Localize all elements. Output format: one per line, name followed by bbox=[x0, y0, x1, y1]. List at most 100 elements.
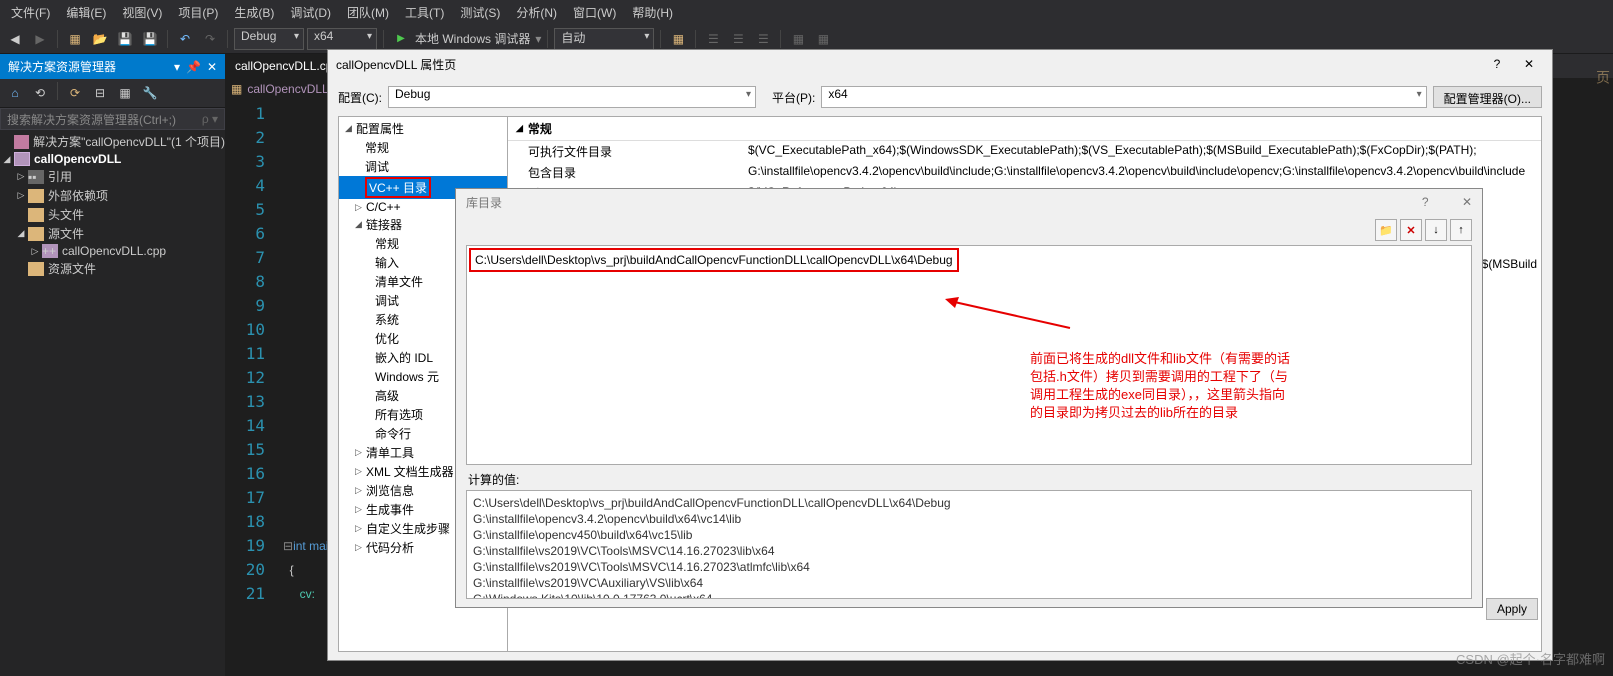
refresh-icon[interactable]: ⟳ bbox=[64, 82, 86, 104]
menu-edit[interactable]: 编辑(E) bbox=[59, 1, 113, 24]
config-manager-button[interactable]: 配置管理器(O)... bbox=[1433, 86, 1542, 108]
panel-dropdown-icon[interactable]: ▾ bbox=[174, 60, 180, 74]
search-input[interactable]: 搜索解决方案资源管理器(Ctrl+;) ρ ▾ bbox=[0, 108, 225, 130]
subdlg-toolbar: 📁 ✕ ↓ ↑ bbox=[456, 215, 1482, 245]
subdlg-help-button[interactable]: ? bbox=[1422, 195, 1429, 209]
platform-select-dlg[interactable]: x64 bbox=[821, 86, 1426, 108]
config-select[interactable]: Debug bbox=[234, 28, 304, 50]
menu-test[interactable]: 测试(S) bbox=[453, 1, 507, 24]
calc-row: G:\Windows Kits\10\lib\10.0.17763.0\ucrt… bbox=[473, 591, 1465, 599]
config-select-dlg[interactable]: Debug bbox=[388, 86, 756, 108]
redo-button[interactable]: ↷ bbox=[199, 28, 221, 50]
source-file-node[interactable]: ▷++callOpencvDLL.cpp bbox=[0, 243, 225, 259]
side-text: 页 bbox=[1593, 70, 1613, 84]
tb-misc6[interactable]: ▦ bbox=[812, 28, 834, 50]
apply-button[interactable]: Apply bbox=[1486, 598, 1538, 620]
dialog-top-row: 配置(C): Debug 平台(P): x64 配置管理器(O)... bbox=[328, 78, 1552, 116]
tb-misc5[interactable]: ▦ bbox=[787, 28, 809, 50]
panel-toolbar: ⌂ ⟲ ⟳ ⊟ ▦ 🔧 bbox=[0, 79, 225, 108]
tree-general[interactable]: 常规 bbox=[339, 138, 507, 157]
save-button[interactable]: 💾 bbox=[114, 28, 136, 50]
props-icon[interactable]: 🔧 bbox=[139, 82, 161, 104]
tb-misc4[interactable]: ☰ bbox=[752, 28, 774, 50]
calc-row: G:\installfile\vs2019\VC\Auxiliary\VS\li… bbox=[473, 575, 1465, 591]
line-gutter: 123456789101112131415161718192021 bbox=[225, 102, 275, 676]
dialog-help-button[interactable]: ? bbox=[1482, 53, 1512, 75]
config-label: 配置(C): bbox=[338, 89, 382, 106]
headers-node[interactable]: 头文件 bbox=[0, 205, 225, 224]
search-placeholder: 搜索解决方案资源管理器(Ctrl+;) bbox=[7, 111, 176, 128]
solution-node[interactable]: 解决方案"callOpencvDLL"(1 个项目) bbox=[0, 132, 225, 151]
solution-explorer: 解决方案资源管理器 ▾ 📌 ✕ ⌂ ⟲ ⟳ ⊟ ▦ 🔧 搜索解决方案资源管理器(… bbox=[0, 54, 225, 676]
panel-pin-icon[interactable]: 📌 bbox=[186, 60, 201, 74]
annotation-text: 前面已将生成的dll文件和lib文件（有需要的话包括.h文件）拷贝到需要调用的工… bbox=[1030, 350, 1290, 422]
menu-build[interactable]: 生成(B) bbox=[227, 1, 281, 24]
tb-misc1[interactable]: ▦ bbox=[667, 28, 689, 50]
menu-bar: 文件(F) 编辑(E) 视图(V) 项目(P) 生成(B) 调试(D) 团队(M… bbox=[0, 0, 1613, 24]
panel-title-bar: 解决方案资源管理器 ▾ 📌 ✕ bbox=[0, 54, 225, 79]
menu-analyze[interactable]: 分析(N) bbox=[509, 1, 564, 24]
folder-button[interactable]: 📁 bbox=[1375, 219, 1397, 241]
up-button[interactable]: ↑ bbox=[1450, 219, 1472, 241]
collapse-icon[interactable]: ⊟ bbox=[89, 82, 111, 104]
resources-node[interactable]: 资源文件 bbox=[0, 259, 225, 278]
calculated-label: 计算的值: bbox=[456, 465, 1482, 490]
menu-file[interactable]: 文件(F) bbox=[4, 1, 57, 24]
path-entry[interactable]: C:\Users\dell\Desktop\vs_prj\buildAndCal… bbox=[469, 248, 959, 272]
libdir-dialog: 库目录 ? ✕ 📁 ✕ ↓ ↑ C:\Users\dell\Desktop\vs… bbox=[455, 188, 1483, 608]
auto-select[interactable]: 自动 bbox=[554, 28, 654, 50]
path-editor[interactable]: C:\Users\dell\Desktop\vs_prj\buildAndCal… bbox=[466, 245, 1472, 465]
project-node[interactable]: ◢callOpencvDLL bbox=[0, 151, 225, 167]
run-label[interactable]: 本地 Windows 调试器 bbox=[415, 30, 530, 47]
solution-tree: 解决方案"callOpencvDLL"(1 个项目) ◢callOpencvDL… bbox=[0, 130, 225, 676]
file-icon: ▦ bbox=[231, 82, 242, 96]
tb-misc2[interactable]: ☰ bbox=[702, 28, 724, 50]
tree-root[interactable]: ◢配置属性 bbox=[339, 119, 507, 138]
calc-row: G:\installfile\vs2019\VC\Tools\MSVC\14.1… bbox=[473, 543, 1465, 559]
tree-debug[interactable]: 调试 bbox=[339, 157, 507, 176]
save-all-button[interactable]: 💾 bbox=[139, 28, 161, 50]
platform-select[interactable]: x64 bbox=[307, 28, 377, 50]
panel-close-icon[interactable]: ✕ bbox=[207, 60, 217, 74]
subdlg-title: 库目录 bbox=[466, 194, 502, 211]
watermark: CSDN @起个·名字都难啊 bbox=[1456, 649, 1605, 668]
menu-view[interactable]: 视图(V) bbox=[115, 1, 169, 24]
home-icon[interactable]: ⌂ bbox=[4, 82, 26, 104]
sync-icon[interactable]: ⟲ bbox=[29, 82, 51, 104]
references-node[interactable]: ▷▪▪引用 bbox=[0, 167, 225, 186]
file-nav-name: callOpencvDLL bbox=[247, 82, 328, 96]
menu-debug[interactable]: 调试(D) bbox=[283, 1, 338, 24]
new-button[interactable]: ▦ bbox=[64, 28, 86, 50]
undo-button[interactable]: ↶ bbox=[174, 28, 196, 50]
menu-window[interactable]: 窗口(W) bbox=[566, 1, 623, 24]
menu-help[interactable]: 帮助(H) bbox=[625, 1, 680, 24]
calc-row: G:\installfile\vs2019\VC\Tools\MSVC\14.1… bbox=[473, 559, 1465, 575]
prop-group-header[interactable]: ◢常规 bbox=[508, 117, 1541, 141]
nav-back-button[interactable]: ◀ bbox=[4, 28, 26, 50]
dialog-title: callOpencvDLL 属性页 bbox=[336, 56, 456, 73]
dialog-close-button[interactable]: ✕ bbox=[1514, 53, 1544, 75]
search-clear-icon[interactable]: ρ ▾ bbox=[202, 112, 218, 126]
delete-button[interactable]: ✕ bbox=[1400, 219, 1422, 241]
calc-row: C:\Users\dell\Desktop\vs_prj\buildAndCal… bbox=[473, 495, 1465, 511]
open-button[interactable]: 📂 bbox=[89, 28, 111, 50]
calculated-list: C:\Users\dell\Desktop\vs_prj\buildAndCal… bbox=[466, 490, 1472, 599]
calc-row: G:\installfile\opencv450\build\x64\vc15\… bbox=[473, 527, 1465, 543]
tb-misc3[interactable]: ☰ bbox=[727, 28, 749, 50]
file-nav-bar[interactable]: ▦ callOpencvDLL bbox=[225, 78, 335, 100]
platform-label: 平台(P): bbox=[772, 89, 815, 106]
prop-row-exe[interactable]: 可执行文件目录$(VC_ExecutablePath_x64);$(Window… bbox=[508, 141, 1541, 162]
menu-team[interactable]: 团队(M) bbox=[340, 1, 396, 24]
showall-icon[interactable]: ▦ bbox=[114, 82, 136, 104]
subdlg-titlebar: 库目录 ? ✕ bbox=[456, 189, 1482, 215]
menu-tools[interactable]: 工具(T) bbox=[398, 1, 451, 24]
external-deps-node[interactable]: ▷外部依赖项 bbox=[0, 186, 225, 205]
run-button[interactable]: ▶ bbox=[390, 28, 412, 50]
sources-node[interactable]: ◢源文件 bbox=[0, 224, 225, 243]
nav-fwd-button[interactable]: ▶ bbox=[29, 28, 51, 50]
panel-title: 解决方案资源管理器 bbox=[8, 58, 116, 75]
down-button[interactable]: ↓ bbox=[1425, 219, 1447, 241]
menu-project[interactable]: 项目(P) bbox=[171, 1, 225, 24]
subdlg-close-button[interactable]: ✕ bbox=[1462, 195, 1472, 209]
prop-row-incl[interactable]: 包含目录G:\installfile\opencv3.4.2\opencv\bu… bbox=[508, 162, 1541, 183]
